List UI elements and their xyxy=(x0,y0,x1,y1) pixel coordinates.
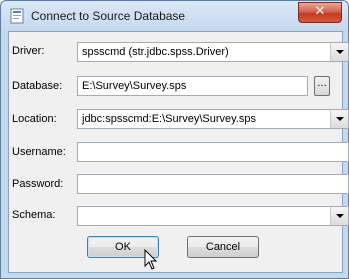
location-label: Location: xyxy=(12,113,57,125)
database-input[interactable]: E:\Survey\Survey.sps xyxy=(77,76,308,96)
password-input[interactable] xyxy=(77,174,349,194)
driver-select[interactable]: spsscmd (str.jdbc.spss.Driver) xyxy=(77,42,349,62)
chevron-down-icon[interactable] xyxy=(330,43,348,61)
title-bar[interactable]: Connect to Source Database ✕ xyxy=(1,1,348,31)
database-label: Database: xyxy=(12,80,63,92)
ellipsis-icon: ... xyxy=(317,78,327,89)
close-button[interactable]: ✕ xyxy=(298,2,342,23)
dialog-window: Connect to Source Database ✕ Driver: sps… xyxy=(0,0,349,279)
cancel-button[interactable]: Cancel xyxy=(187,236,259,258)
password-label: Password: xyxy=(12,178,64,190)
mouse-pointer-icon xyxy=(144,249,158,270)
location-value: jdbc:spsscmd:E:\Survey\Survey.sps xyxy=(82,113,257,125)
driver-value: spsscmd (str.jdbc.spss.Driver) xyxy=(82,46,229,58)
schema-label: Schema: xyxy=(12,209,56,221)
username-input[interactable] xyxy=(77,142,349,162)
database-window-icon xyxy=(10,8,24,24)
username-label: Username: xyxy=(12,146,66,158)
browse-button[interactable]: ... xyxy=(314,76,330,96)
driver-label: Driver: xyxy=(12,45,45,57)
window-title: Connect to Source Database xyxy=(31,9,186,23)
close-icon: ✕ xyxy=(314,4,326,19)
schema-select[interactable] xyxy=(77,206,349,226)
location-select[interactable]: jdbc:spsscmd:E:\Survey\Survey.sps xyxy=(77,109,349,129)
chevron-down-icon[interactable] xyxy=(330,110,348,128)
chevron-down-icon[interactable] xyxy=(330,207,348,225)
database-value: E:\Survey\Survey.sps xyxy=(82,80,187,92)
